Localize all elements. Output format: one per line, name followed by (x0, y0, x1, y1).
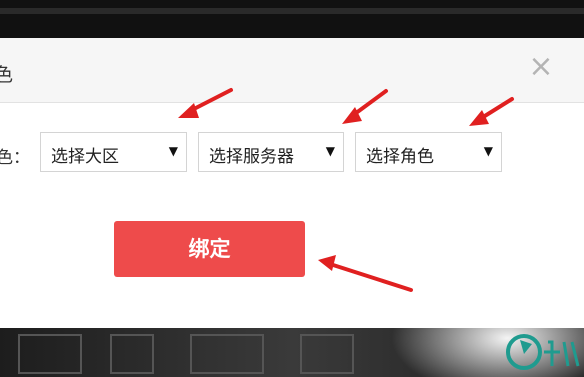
annotation-arrows (178, 88, 514, 292)
red-arrow-icon (178, 88, 233, 118)
red-arrow-icon (318, 255, 413, 292)
red-arrow-icon (469, 97, 514, 126)
red-arrow-icon (342, 89, 388, 124)
